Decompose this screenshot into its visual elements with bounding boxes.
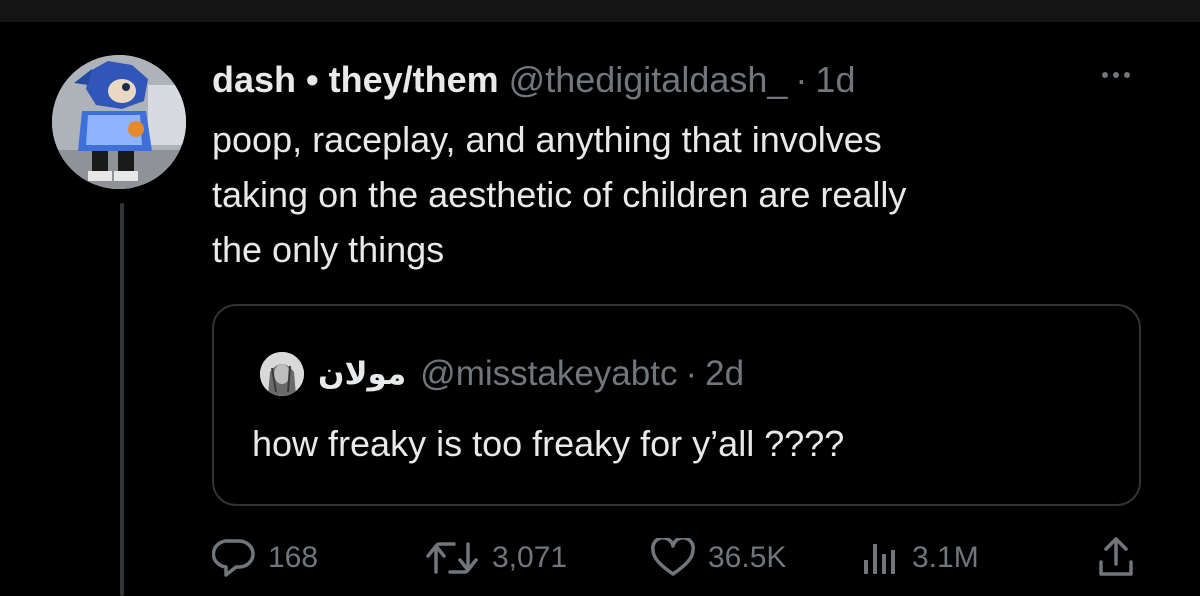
- reply-count: 168: [268, 541, 319, 574]
- dot: [1113, 72, 1119, 78]
- like-button[interactable]: 36.5K: [650, 530, 786, 586]
- top-bar: [0, 0, 1200, 22]
- action-bar: 168 3,071 36.5K 3.1M: [0, 530, 1200, 586]
- dot: [1124, 72, 1130, 78]
- more-options-icon[interactable]: [1090, 60, 1142, 90]
- tweet-text: poop, raceplay, and anything that involv…: [212, 119, 907, 270]
- quoted-tweet-card[interactable]: مولان @misstakeyabtc · 2d how freaky is …: [212, 304, 1141, 506]
- heart-icon: [651, 538, 695, 576]
- reply-button[interactable]: 168: [212, 530, 318, 586]
- author-avatar[interactable]: [52, 55, 186, 189]
- views-icon: [864, 544, 895, 574]
- share-button[interactable]: [1096, 530, 1136, 586]
- quoted-user-avatar-icon: [260, 352, 304, 396]
- author-handle[interactable]: @thedigitaldash_: [509, 56, 788, 104]
- separator-dot: ·: [685, 354, 698, 393]
- author-display-name[interactable]: dash • they/them: [212, 56, 499, 104]
- quoted-tweet-header: مولان @misstakeyabtc · 2d: [318, 350, 744, 398]
- share-icon: [1099, 537, 1133, 576]
- retweet-icon: [426, 542, 478, 574]
- retweet-count: 3,071: [492, 541, 568, 574]
- separator-dot: ·: [795, 59, 808, 100]
- tweet-time[interactable]: 1d: [815, 56, 855, 104]
- quoted-user-avatar[interactable]: [260, 352, 304, 396]
- quoted-time[interactable]: 2d: [705, 354, 744, 394]
- dot: [1102, 72, 1108, 78]
- quoted-tweet-text: how freaky is too freaky for y’all ????: [252, 423, 845, 464]
- reply-icon: [212, 539, 255, 577]
- tweet-header: dash • they/them @thedigitaldash_ · 1d: [212, 56, 855, 104]
- quoted-handle[interactable]: @misstakeyabtc: [420, 354, 677, 394]
- quoted-display-name[interactable]: مولان: [318, 356, 406, 392]
- like-count: 36.5K: [708, 541, 787, 574]
- retweet-button[interactable]: 3,071: [424, 530, 567, 586]
- views-count: 3.1M: [912, 541, 979, 574]
- views-button[interactable]: 3.1M: [860, 530, 979, 586]
- sonic-costume-avatar-icon: [52, 55, 186, 189]
